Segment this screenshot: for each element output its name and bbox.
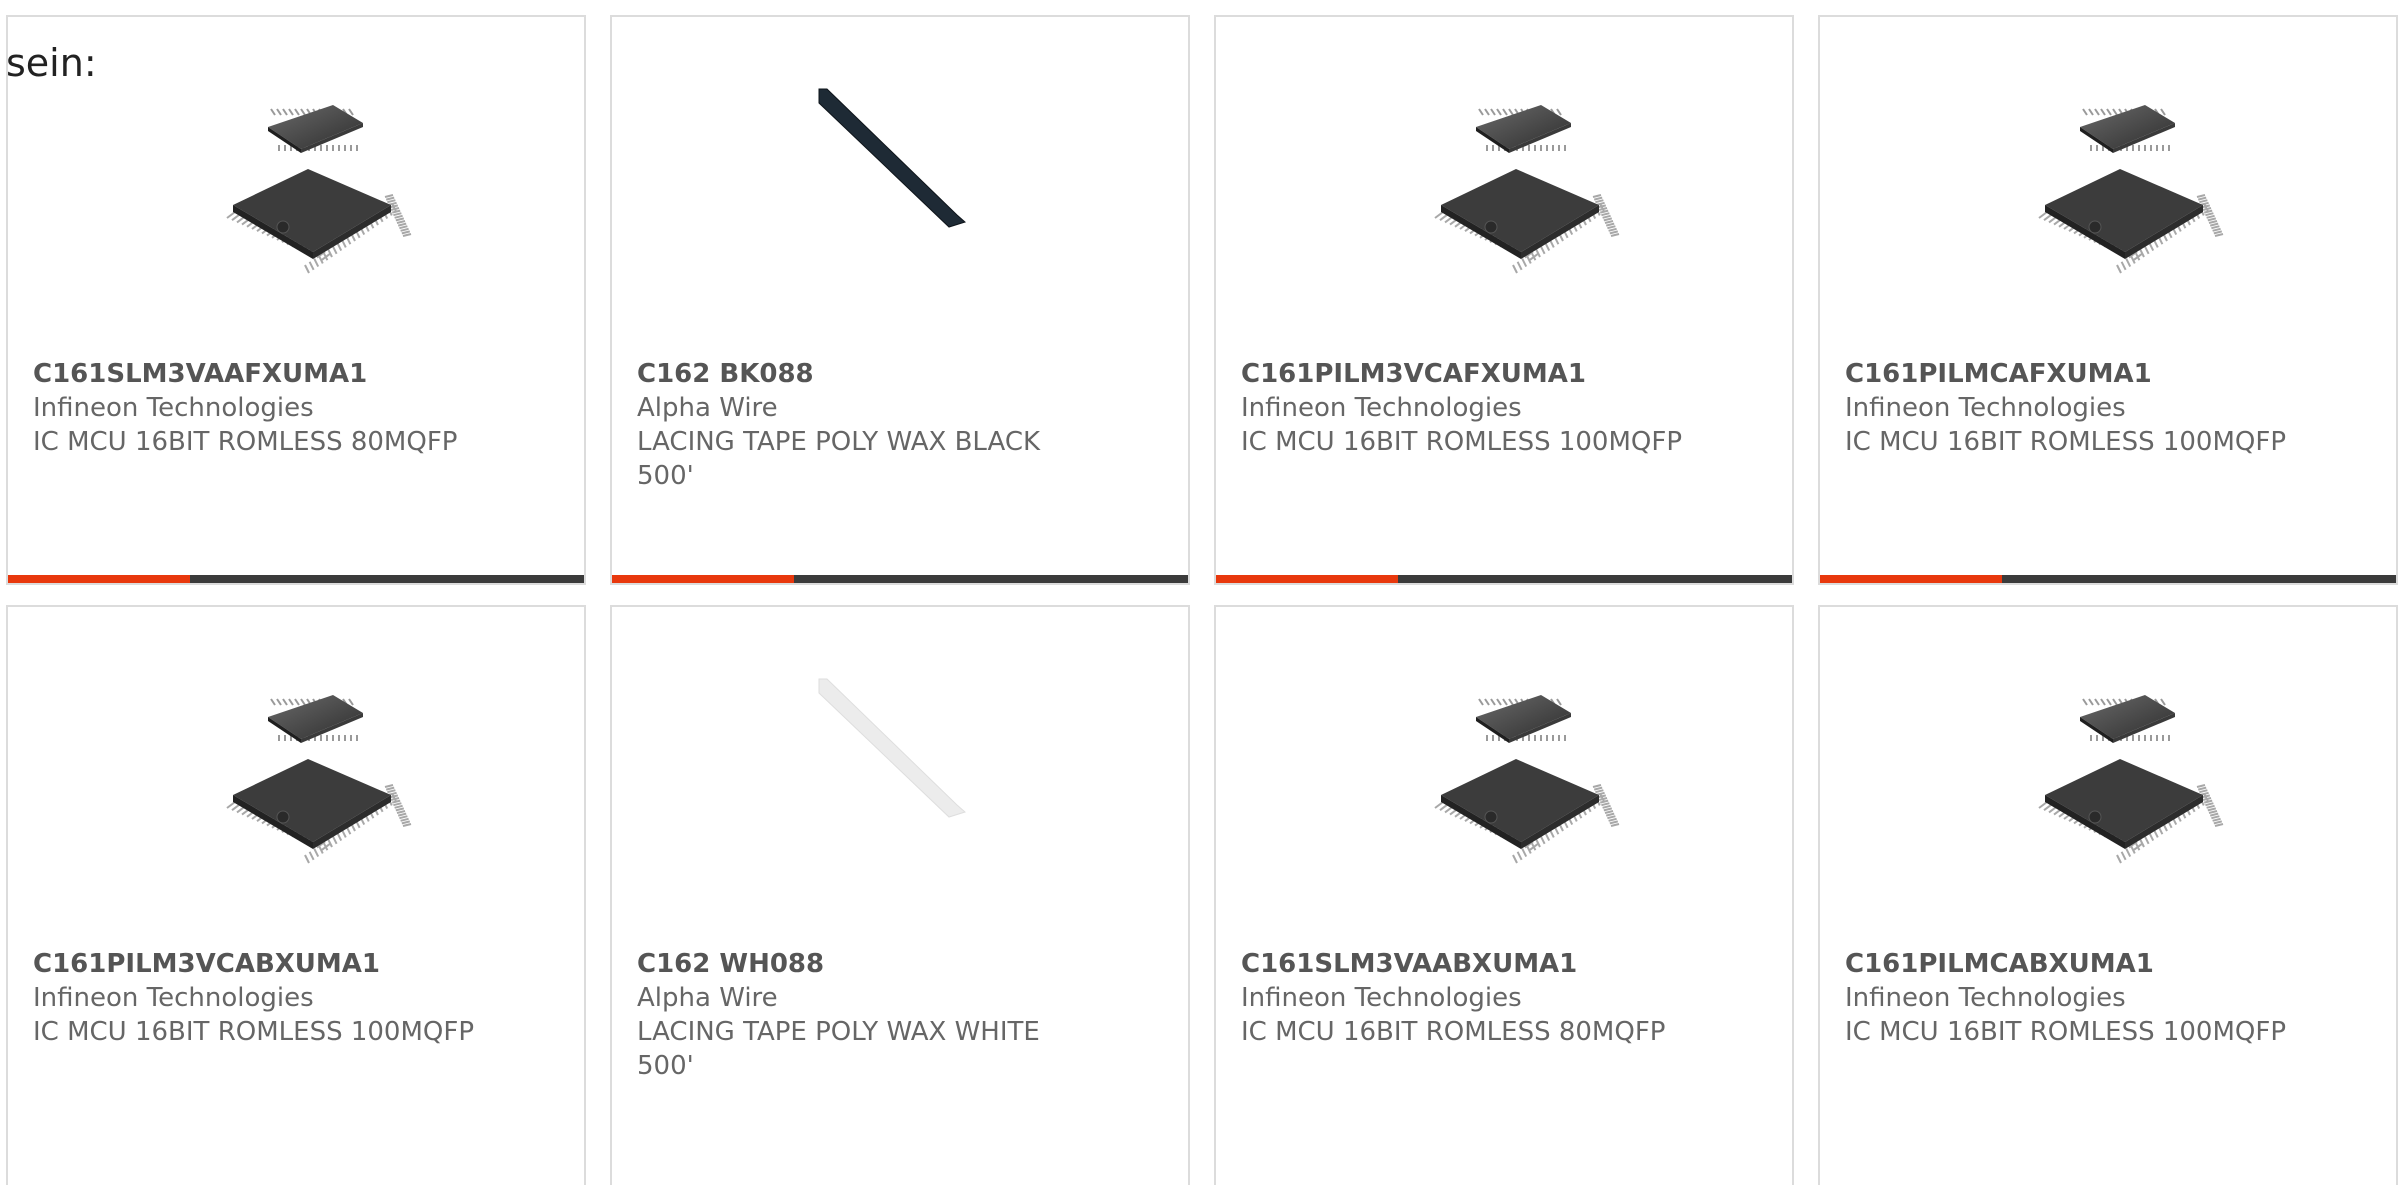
card-bottom-bar: [8, 575, 584, 583]
description: IC MCU 16BIT ROMLESS 100MQFP: [1845, 427, 2287, 457]
product-info: C161SLM3VAABXUMA1 Infineon Technologies …: [1241, 947, 1691, 1049]
card-accent: [1216, 575, 1398, 583]
product-card[interactable]: C161PILM3VCABXUMA1 Infineon Technologies…: [6, 605, 586, 1185]
product-info: C161PILM3VCABXUMA1 Infineon Technologies…: [33, 947, 483, 1049]
manufacturer: Infineon Technologies: [1241, 983, 1522, 1013]
part-number[interactable]: C161PILM3VCAFXUMA1: [1241, 357, 1691, 391]
chip-icon: [2025, 677, 2225, 877]
product-info: C161PILMCAFXUMA1 Infineon Technologies I…: [1845, 357, 2295, 459]
manufacturer: Infineon Technologies: [1241, 393, 1522, 423]
card-bottom-bar: [612, 575, 1188, 583]
manufacturer: Infineon Technologies: [1845, 983, 2126, 1013]
description: IC MCU 16BIT ROMLESS 80MQFP: [1241, 1017, 1666, 1047]
part-number[interactable]: C161PILM3VCABXUMA1: [33, 947, 483, 981]
description: LACING TAPE POLY WAX WHITE 500': [637, 1017, 1040, 1081]
manufacturer: Infineon Technologies: [33, 393, 314, 423]
product-card[interactable]: C162 BK088 Alpha Wire LACING TAPE POLY W…: [610, 15, 1190, 585]
part-number[interactable]: C162 BK088: [637, 357, 1087, 391]
product-grid: C161SLM3VAAFXUMA1 Infineon Technologies …: [0, 0, 2400, 1185]
manufacturer: Infineon Technologies: [33, 983, 314, 1013]
white-tape-icon: [817, 677, 1017, 877]
description: IC MCU 16BIT ROMLESS 80MQFP: [33, 427, 458, 457]
chip-icon: [213, 677, 413, 877]
chip-icon: [2025, 87, 2225, 287]
product-card[interactable]: C161PILMCABXUMA1 Infineon Technologies I…: [1818, 605, 2398, 1185]
chip-icon: [1421, 677, 1621, 877]
product-card[interactable]: C161PILM3VCAFXUMA1 Infineon Technologies…: [1214, 15, 1794, 585]
product-card[interactable]: C161SLM3VAAFXUMA1 Infineon Technologies …: [6, 15, 586, 585]
black-tape-icon: [817, 87, 1017, 287]
product-card[interactable]: C161PILMCAFXUMA1 Infineon Technologies I…: [1818, 15, 2398, 585]
description: IC MCU 16BIT ROMLESS 100MQFP: [1241, 427, 1683, 457]
product-info: C161PILM3VCAFXUMA1 Infineon Technologies…: [1241, 357, 1691, 459]
description: LACING TAPE POLY WAX BLACK 500': [637, 427, 1041, 491]
part-number[interactable]: C161PILMCABXUMA1: [1845, 947, 2295, 981]
description: IC MCU 16BIT ROMLESS 100MQFP: [1845, 1017, 2287, 1047]
card-accent: [612, 575, 794, 583]
product-info: C162 BK088 Alpha Wire LACING TAPE POLY W…: [637, 357, 1087, 493]
part-number[interactable]: C161PILMCAFXUMA1: [1845, 357, 2295, 391]
product-info: C161SLM3VAAFXUMA1 Infineon Technologies …: [33, 357, 483, 459]
part-number[interactable]: C161SLM3VAAFXUMA1: [33, 357, 483, 391]
card-bottom-bar: [1216, 575, 1792, 583]
part-number[interactable]: C161SLM3VAABXUMA1: [1241, 947, 1691, 981]
product-info: C161PILMCABXUMA1 Infineon Technologies I…: [1845, 947, 2295, 1049]
manufacturer: Alpha Wire: [637, 983, 778, 1013]
card-bottom-bar: [1820, 575, 2396, 583]
card-accent: [8, 575, 190, 583]
part-number[interactable]: C162 WH088: [637, 947, 1087, 981]
description: IC MCU 16BIT ROMLESS 100MQFP: [33, 1017, 475, 1047]
product-card[interactable]: C161SLM3VAABXUMA1 Infineon Technologies …: [1214, 605, 1794, 1185]
intro-text: sein:: [6, 41, 97, 85]
chip-icon: [1421, 87, 1621, 287]
chip-icon: [213, 87, 413, 287]
product-info: C162 WH088 Alpha Wire LACING TAPE POLY W…: [637, 947, 1087, 1083]
card-accent: [1820, 575, 2002, 583]
product-card[interactable]: C162 WH088 Alpha Wire LACING TAPE POLY W…: [610, 605, 1190, 1185]
manufacturer: Alpha Wire: [637, 393, 778, 423]
manufacturer: Infineon Technologies: [1845, 393, 2126, 423]
